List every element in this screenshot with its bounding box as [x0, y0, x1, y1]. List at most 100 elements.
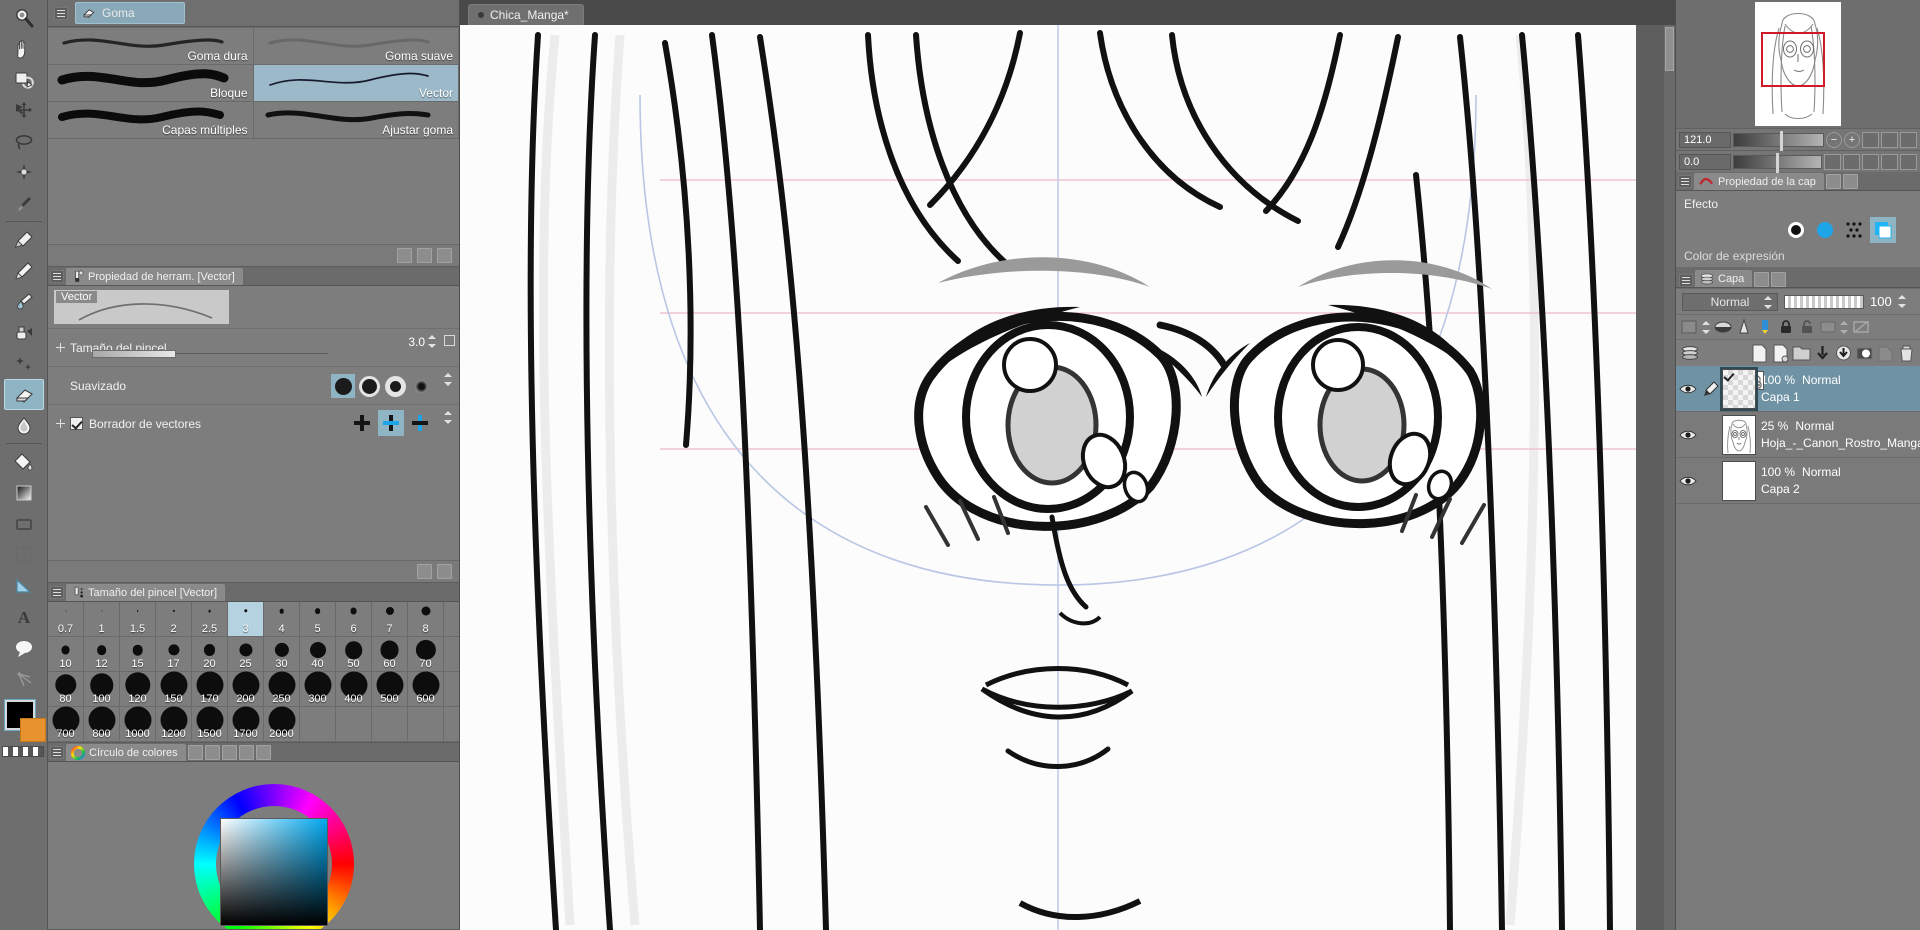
- zoom-in-icon[interactable]: +: [1844, 131, 1860, 148]
- flip-vertical-icon[interactable]: [1900, 131, 1917, 148]
- clip-to-layer-icon[interactable]: [1714, 318, 1732, 336]
- canvas-viewport[interactable]: [460, 25, 1675, 930]
- smoothing-option-2[interactable]: [383, 374, 407, 398]
- angle-slider[interactable]: [1733, 152, 1822, 173]
- airbrush-icon[interactable]: [4, 317, 44, 348]
- color-set-tab-icon[interactable]: [204, 744, 220, 760]
- brush-size-cell[interactable]: 2: [156, 602, 192, 636]
- smoothing-stepper[interactable]: [444, 373, 453, 386]
- fill-icon[interactable]: [4, 446, 44, 477]
- tab-brush-size[interactable]: Tamaño del pincel [Vector]: [66, 583, 226, 601]
- ruler-visible-icon[interactable]: [1735, 318, 1753, 336]
- brush-size-cell[interactable]: 7: [372, 602, 408, 636]
- decoration-icon[interactable]: [4, 348, 44, 379]
- opacity-slider[interactable]: [1784, 294, 1864, 309]
- eraser-preset-goma-suave[interactable]: Goma suave: [253, 28, 459, 65]
- brush-size-cell[interactable]: 1500: [192, 706, 228, 741]
- palette-stepper[interactable]: [1702, 320, 1711, 334]
- layer-list[interactable]: 100 % Normal Capa 1 25 % Normal Hoja_-_Canon_…: [1676, 366, 1920, 930]
- zoom-slider-handle[interactable]: [1780, 130, 1784, 151]
- blend-icon[interactable]: [4, 410, 44, 441]
- brush-size-cell[interactable]: 1700: [228, 706, 264, 741]
- settings-icon[interactable]: [417, 564, 432, 579]
- brush-size-cell[interactable]: 250: [264, 671, 300, 706]
- brush-size-cell[interactable]: 400: [336, 671, 372, 706]
- color-circle-body[interactable]: [48, 762, 459, 929]
- layer-thumbnail[interactable]: [1720, 366, 1758, 411]
- panel-menu-icon[interactable]: [1678, 174, 1692, 188]
- brush-size-cell[interactable]: 2000: [264, 706, 300, 741]
- brush-size-cell[interactable]: 120: [120, 672, 156, 706]
- angle-value-field[interactable]: 0.0: [1679, 153, 1731, 170]
- delete-layer-icon[interactable]: [1897, 344, 1915, 362]
- brush-size-cell[interactable]: 40: [300, 637, 336, 671]
- smoothing-option-1[interactable]: [357, 374, 381, 398]
- flip-horizontal-icon[interactable]: [1881, 131, 1898, 148]
- tab-tool-property[interactable]: Propiedad de herram. [Vector]: [66, 267, 243, 285]
- brush-size-value[interactable]: 3.0: [408, 335, 425, 349]
- color-chips[interactable]: [1, 699, 46, 757]
- brush-size-cell[interactable]: 0.7: [48, 602, 84, 636]
- layer-visibility-toggle[interactable]: [1676, 429, 1700, 441]
- brush-size-cell[interactable]: 15: [120, 637, 156, 671]
- canvas-vertical-scrollbar[interactable]: [1664, 25, 1675, 930]
- layer-visibility-toggle[interactable]: [1676, 475, 1700, 487]
- canvas-artwork[interactable]: [460, 25, 1636, 930]
- intermediate-color-tab-icon[interactable]: [221, 744, 237, 760]
- color-effect-icon[interactable]: [1870, 217, 1896, 243]
- layer-row[interactable]: 100 % Normal Capa 1: [1676, 366, 1920, 412]
- vector-eraser-checkbox[interactable]: [70, 417, 83, 430]
- panel-menu-icon[interactable]: [50, 585, 64, 599]
- brush-size-cell[interactable]: 1000: [120, 706, 156, 741]
- saturation-value-square[interactable]: [220, 818, 328, 926]
- lasso-select-icon[interactable]: [4, 126, 44, 157]
- auto-select-icon[interactable]: [4, 157, 44, 188]
- expand-icon[interactable]: [56, 343, 65, 352]
- layer-thumbnail[interactable]: [1722, 414, 1756, 455]
- brush-size-cell[interactable]: 200: [228, 671, 264, 706]
- opacity-value[interactable]: 100: [1870, 294, 1892, 309]
- brush-size-cell[interactable]: 600: [408, 671, 444, 706]
- smoothing-row[interactable]: Suavizado: [48, 366, 459, 404]
- draft-layer-icon[interactable]: [1756, 318, 1774, 336]
- color-slider-tab-icon[interactable]: [187, 744, 203, 760]
- register-preset-icon[interactable]: [437, 564, 452, 579]
- angle-slider-handle[interactable]: [1775, 152, 1779, 173]
- tab-animation-icon[interactable]: [1754, 272, 1770, 287]
- eraser-preset-ajustar-goma[interactable]: Ajustar goma: [253, 102, 459, 139]
- tab-layer-property[interactable]: Propiedad de la cap: [1694, 172, 1824, 190]
- zoom-slider[interactable]: [1733, 130, 1824, 151]
- vector-eraser-mode-1[interactable]: [378, 410, 404, 436]
- layer-row[interactable]: 100 % Normal Capa 2: [1676, 458, 1920, 504]
- brush-size-row[interactable]: Tamaño del pincel 3.0: [48, 328, 459, 366]
- transform-mask-icon[interactable]: [1852, 318, 1870, 336]
- brush-size-cell[interactable]: 2.5: [192, 602, 228, 636]
- brush-size-cell[interactable]: 1.5: [120, 602, 156, 636]
- mask-stepper[interactable]: [1840, 320, 1849, 334]
- mask-enable-icon[interactable]: [1819, 318, 1837, 336]
- brush-size-cell[interactable]: 700: [48, 706, 84, 741]
- pen-icon[interactable]: [4, 224, 44, 255]
- vector-eraser-mode-0[interactable]: [349, 410, 375, 436]
- blend-mode-stepper[interactable]: [1764, 295, 1773, 309]
- brush-size-cell[interactable]: 30: [264, 637, 300, 671]
- navigator-thumbnail[interactable]: [1755, 2, 1841, 126]
- brush-size-cell[interactable]: 70: [408, 637, 444, 671]
- tone-effect-icon[interactable]: [1812, 217, 1838, 243]
- color-history-tab-icon[interactable]: [255, 744, 271, 760]
- approximate-color-tab-icon[interactable]: [238, 744, 254, 760]
- layer-name[interactable]: Capa 1: [1761, 390, 1920, 404]
- move-layer-icon[interactable]: [4, 95, 44, 126]
- effect-buttons[interactable]: [1783, 217, 1896, 243]
- brush-size-cell[interactable]: 300: [300, 671, 336, 706]
- layer-thumbnail[interactable]: [1722, 460, 1756, 501]
- tab-quick-access-icon[interactable]: [1771, 272, 1787, 287]
- rotate-step-right-icon[interactable]: [1900, 153, 1917, 170]
- frame-border-icon[interactable]: [4, 539, 44, 570]
- brush-size-cell[interactable]: 8: [408, 602, 444, 636]
- panel-menu-icon[interactable]: [50, 269, 64, 283]
- layer-row[interactable]: 25 % Normal Hoja_-_Canon_Rostro_Manga-: [1676, 412, 1920, 458]
- merge-down-icon[interactable]: [1834, 344, 1852, 362]
- border-effect-icon[interactable]: [1783, 217, 1809, 243]
- brush-size-cell[interactable]: 10: [48, 637, 84, 671]
